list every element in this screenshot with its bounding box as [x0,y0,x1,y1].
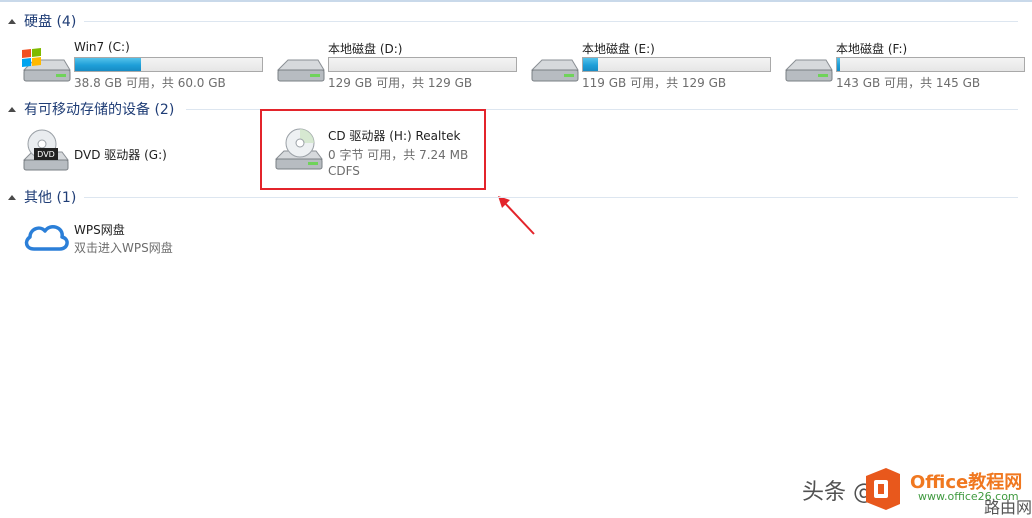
drive-usage-fill [583,58,598,71]
drive-item-c[interactable]: Win7 (C:) 38.8 GB 可用，共 60.0 GB [20,40,263,90]
drive-item-d[interactable]: 本地磁盘 (D:) 129 GB 可用，共 129 GB [274,40,517,90]
drive-space: 143 GB 可用，共 145 GB [836,76,981,90]
group-divider [84,21,1018,22]
watermark-sub: 路由网 [984,498,1032,517]
hard-drive-icon [276,59,325,82]
wps-cloud-item[interactable]: WPS网盘 双击进入WPS网盘 [20,221,220,261]
drive-space: 38.8 GB 可用，共 60.0 GB [74,76,226,90]
highlight-box [260,109,486,190]
drive-usage-fill [837,58,840,71]
collapse-triangle-icon[interactable] [8,195,16,200]
window-top-border [0,0,1032,2]
svg-text:DVD: DVD [37,150,55,159]
collapse-triangle-icon[interactable] [8,107,16,112]
drive-name: 本地磁盘 (D:) [328,42,403,56]
watermark: 头条 @ Office教程网 www.office26.com 路由网 [798,462,1032,517]
windows-hard-drive-icon [22,48,71,82]
group-header-other[interactable]: 其他 (1) [8,187,76,207]
drive-usage-bar [836,57,1025,72]
dvd-drive-icon: DVD [22,129,69,171]
collapse-triangle-icon[interactable] [8,19,16,24]
cloud-icon [24,225,69,251]
group-title: 其他 (1) [24,190,77,206]
item-description: 双击进入WPS网盘 [74,241,173,255]
drive-item-g[interactable]: DVD DVD 驱动器 (G:) [20,128,250,178]
drive-name: 本地磁盘 (F:) [836,42,908,56]
group-header-removable[interactable]: 有可移动存储的设备 (2) [8,99,174,119]
office-logo-icon [866,468,900,510]
drive-usage-bar [582,57,771,72]
drive-usage-bar [328,57,517,72]
group-divider [84,197,1018,198]
drive-name: DVD 驱动器 (G:) [74,148,167,162]
group-header-hard-disks[interactable]: 硬盘 (4) [8,11,76,31]
group-title: 硬盘 (4) [24,14,77,30]
group-title: 有可移动存储的设备 (2) [24,102,175,118]
drive-item-e[interactable]: 本地磁盘 (E:) 119 GB 可用，共 129 GB [528,40,771,90]
drive-name: 本地磁盘 (E:) [582,42,655,56]
drive-space: 129 GB 可用，共 129 GB [328,76,473,90]
drive-name: Win7 (C:) [74,40,130,54]
hard-drive-icon [784,59,833,82]
drive-space: 119 GB 可用，共 129 GB [582,76,727,90]
drive-usage-fill [75,58,141,71]
drive-item-f[interactable]: 本地磁盘 (F:) 143 GB 可用，共 145 GB [782,40,1025,90]
item-name: WPS网盘 [74,223,125,237]
drive-usage-bar [74,57,263,72]
hard-drive-icon [530,59,579,82]
